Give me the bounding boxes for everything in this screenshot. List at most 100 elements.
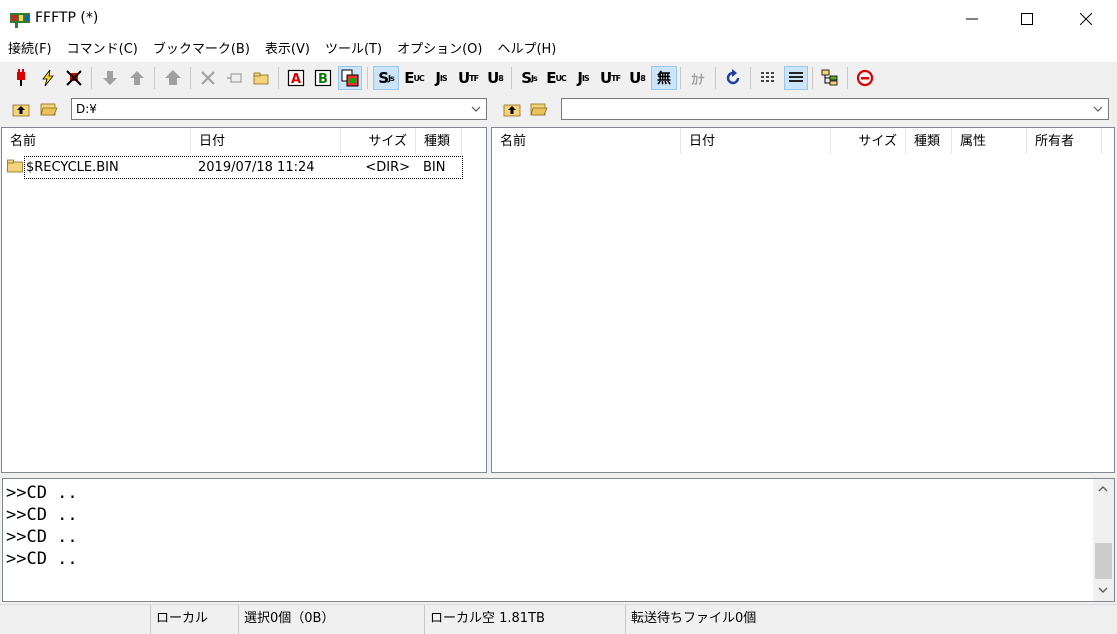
binary-mode-button[interactable]: B — [311, 66, 335, 90]
log-line: >>CD .. — [6, 549, 78, 569]
status-transfer-queue: 転送待ちファイル0個 — [625, 605, 1117, 634]
local-parent-folder-button[interactable] — [9, 97, 33, 121]
folder-icon — [7, 159, 23, 173]
log-line: >>CD .. — [6, 527, 78, 547]
log-scrollbar[interactable] — [1093, 479, 1114, 601]
status-bar: ローカル 選択0個（0B） ローカル空 1.81TB 転送待ちファイル0個 — [0, 604, 1117, 634]
auto-mode-icon — [341, 69, 359, 87]
column-header-size[interactable]: サイズ — [831, 128, 906, 154]
remote-file-list[interactable]: 名前 日付 サイズ 種類 属性 所有者 — [491, 127, 1115, 473]
toolbar-separator — [680, 67, 681, 89]
ascii-mode-button[interactable]: A — [284, 66, 308, 90]
close-icon — [1080, 13, 1092, 25]
delete-x-icon — [201, 71, 215, 85]
column-header-owner[interactable]: 所有者 — [1027, 128, 1102, 154]
local-path-combobox[interactable]: D:¥ — [71, 98, 487, 120]
list-view-button[interactable] — [756, 66, 780, 90]
column-header-type[interactable]: 種類 — [906, 128, 952, 154]
new-folder-button[interactable] — [249, 66, 273, 90]
rename-button[interactable] — [222, 66, 246, 90]
maximize-button[interactable] — [998, 0, 1056, 38]
close-button[interactable] — [1057, 0, 1115, 38]
stop-icon — [856, 69, 874, 87]
toolbar-separator — [367, 67, 368, 89]
download-button[interactable] — [98, 66, 122, 90]
refresh-icon — [726, 69, 740, 85]
log-window[interactable]: >>CD .. >>CD .. >>CD .. >>CD .. — [2, 478, 1115, 602]
delete-button[interactable] — [196, 66, 220, 90]
detail-view-button[interactable] — [784, 66, 808, 90]
connect-button[interactable] — [9, 66, 33, 90]
menu-tools[interactable]: ツール(T) — [317, 38, 389, 62]
column-header-attributes[interactable]: 属性 — [952, 128, 1027, 154]
abort-button[interactable] — [853, 66, 877, 90]
toolbar-separator — [91, 67, 92, 89]
toolbar: A B S Js E UC J IS U TF U8 S Js E UC J IS U TF U… — [0, 63, 1117, 93]
scrollbar-thumb[interactable] — [1095, 543, 1112, 579]
remote-path-combobox[interactable] — [561, 98, 1109, 120]
remote-parent-folder-button[interactable] — [500, 97, 524, 121]
open-folder-icon — [530, 103, 548, 116]
disconnect-button[interactable] — [62, 66, 86, 90]
local-encoding-sjis-button[interactable]: S Js — [373, 66, 399, 90]
chevron-down-icon — [471, 106, 481, 112]
menu-connect[interactable]: 接続(F) — [0, 38, 59, 62]
column-header-date[interactable]: 日付 — [191, 128, 341, 154]
status-location: ローカル — [150, 605, 238, 634]
menu-bookmark[interactable]: ブックマーク(B) — [145, 38, 257, 62]
toolbar-separator — [278, 67, 279, 89]
file-size: <DIR> — [365, 160, 410, 175]
toolbar-separator — [190, 67, 191, 89]
local-encoding-utf8-button[interactable]: U TF — [455, 66, 481, 90]
minimize-button[interactable] — [943, 0, 1001, 38]
toolbar-separator — [154, 67, 155, 89]
arrow-up-icon — [130, 71, 144, 85]
open-folder-icon — [40, 103, 58, 116]
local-encoding-utf8bom-button[interactable]: U8 — [482, 66, 508, 90]
parent-folder-icon — [503, 104, 521, 117]
rename-icon — [227, 73, 242, 83]
upload-button[interactable] — [125, 66, 149, 90]
no-conversion-button[interactable]: 無 — [651, 66, 677, 90]
auto-mode-button[interactable] — [338, 66, 362, 90]
file-row[interactable]: $RECYCLE.BIN 2019/07/18 11:24 <DIR> BIN — [4, 156, 463, 179]
menu-options[interactable]: オプション(O) — [389, 38, 489, 62]
remote-encoding-utf8-button[interactable]: U TF — [597, 66, 623, 90]
menu-bar: 接続(F) コマンド(C) ブックマーク(B) 表示(V) ツール(T) オプシ… — [0, 38, 1117, 62]
maximize-icon — [1021, 13, 1033, 25]
menu-view[interactable]: 表示(V) — [257, 38, 317, 62]
menu-command[interactable]: コマンド(C) — [59, 38, 145, 62]
refresh-button[interactable] — [721, 66, 745, 90]
column-header-name[interactable]: 名前 — [2, 128, 191, 154]
local-file-list[interactable]: 名前 日付 サイズ 種類 $RECYCLE.BIN 2019/07/18 11:… — [1, 127, 487, 473]
remote-open-folder-button[interactable] — [527, 97, 551, 121]
scroll-down-icon[interactable] — [1097, 585, 1109, 595]
column-header-date[interactable]: 日付 — [681, 128, 831, 154]
local-open-folder-button[interactable] — [37, 97, 61, 121]
remote-encoding-jis-button[interactable]: J IS — [570, 66, 596, 90]
local-encoding-euc-button[interactable]: E UC — [401, 66, 427, 90]
detail-view-icon — [789, 72, 803, 82]
column-header-name[interactable]: 名前 — [492, 128, 681, 154]
remote-encoding-utf8bom-button[interactable]: U8 — [624, 66, 650, 90]
local-path-bar: D:¥ — [0, 96, 490, 122]
remote-encoding-sjis-button[interactable]: S Js — [516, 66, 542, 90]
quick-connect-button[interactable] — [36, 66, 60, 90]
mirror-upload-button[interactable] — [161, 66, 185, 90]
plug-icon — [17, 69, 25, 86]
ffftp-app-icon — [9, 10, 31, 28]
svg-text:A: A — [291, 72, 301, 87]
list-view-icon — [761, 72, 774, 82]
menu-help[interactable]: ヘルプ(H) — [489, 38, 563, 62]
kana-convert-button[interactable]: ｶﾅ — [686, 66, 710, 90]
log-line: >>CD .. — [6, 505, 78, 525]
arrow-down-icon — [103, 71, 117, 85]
column-header-size[interactable]: サイズ — [341, 128, 416, 154]
local-encoding-jis-button[interactable]: J IS — [428, 66, 454, 90]
scroll-up-icon[interactable] — [1097, 484, 1109, 494]
folder-sync-button[interactable] — [818, 66, 842, 90]
column-header-type[interactable]: 種類 — [416, 128, 462, 154]
toolbar-separator — [750, 67, 751, 89]
remote-encoding-euc-button[interactable]: E UC — [543, 66, 569, 90]
parent-folder-icon — [12, 104, 30, 117]
